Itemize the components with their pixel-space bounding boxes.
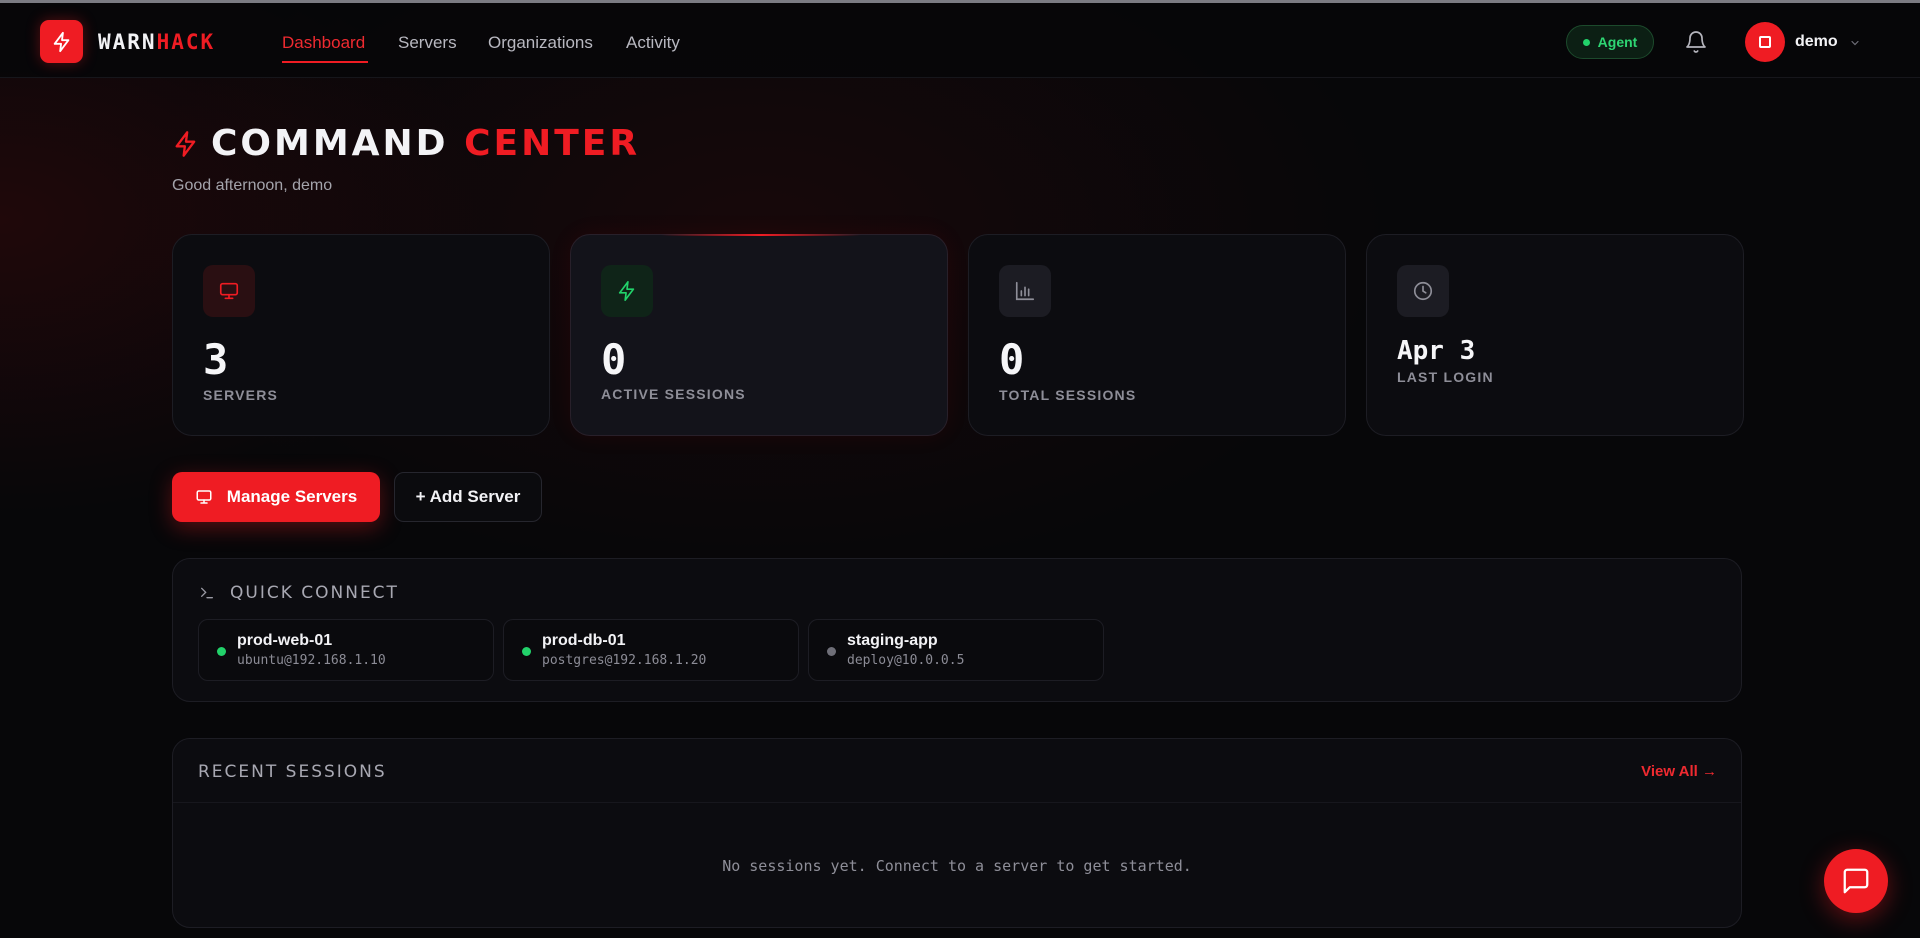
lightning-icon xyxy=(618,281,635,301)
brand-part-2: HACK xyxy=(156,30,216,54)
quick-connect-server[interactable]: staging-app deploy@10.0.0.5 xyxy=(808,619,1104,681)
avatar[interactable] xyxy=(1745,22,1785,62)
agent-status-badge[interactable]: Agent xyxy=(1566,25,1654,59)
brand-name: WARNHACK xyxy=(98,30,215,54)
stat-icon-box xyxy=(999,265,1051,317)
stat-card-servers: 3 SERVERS xyxy=(172,234,550,436)
monitor-icon xyxy=(219,282,239,300)
stat-label: SERVERS xyxy=(203,387,279,403)
bar-chart-icon xyxy=(1015,281,1035,301)
recent-sessions-title: RECENT SESSIONS xyxy=(198,762,387,782)
server-name: staging-app xyxy=(847,632,938,649)
agent-status-dot xyxy=(1582,38,1590,46)
quick-connect-panel: QUICK CONNECT prod-web-01 ubuntu@192.168… xyxy=(172,558,1742,702)
divider xyxy=(173,802,1741,803)
nav-active-indicator xyxy=(282,61,368,63)
quick-connect-title: QUICK CONNECT xyxy=(230,583,399,603)
add-server-button[interactable]: + Add Server xyxy=(394,472,542,522)
chevron-down-icon[interactable] xyxy=(1849,37,1861,49)
nav-activity[interactable]: Activity xyxy=(626,32,680,54)
brand-part-1: WARN xyxy=(98,30,157,54)
server-address: deploy@10.0.0.5 xyxy=(847,653,965,668)
server-name: prod-web-01 xyxy=(237,632,333,649)
stat-card-last-login: Apr 3 LAST LOGIN xyxy=(1366,234,1744,436)
clock-icon xyxy=(1413,281,1433,301)
chat-bubble-icon xyxy=(1843,868,1869,894)
server-address: ubuntu@192.168.1.10 xyxy=(237,653,386,668)
stat-card-total-sessions: 0 TOTAL SESSIONS xyxy=(968,234,1346,436)
manage-servers-label: Manage Servers xyxy=(226,487,358,506)
manage-servers-button[interactable]: Manage Servers xyxy=(172,472,380,522)
logo[interactable] xyxy=(40,20,83,63)
stat-value: 3 xyxy=(203,335,229,384)
quick-connect-server[interactable]: prod-web-01 ubuntu@192.168.1.10 xyxy=(198,619,494,681)
stat-icon-box xyxy=(601,265,653,317)
bell-icon[interactable] xyxy=(1684,30,1708,54)
stat-value: 0 xyxy=(999,335,1025,384)
agent-label: Agent xyxy=(1597,34,1638,50)
quick-connect-server[interactable]: prod-db-01 postgres@192.168.1.20 xyxy=(503,619,799,681)
nav-dashboard[interactable]: Dashboard xyxy=(282,32,365,54)
monitor-icon xyxy=(196,490,212,504)
nav-servers[interactable]: Servers xyxy=(398,32,457,54)
server-status-dot xyxy=(217,647,226,656)
stat-label: TOTAL SESSIONS xyxy=(999,387,1137,403)
stat-label: ACTIVE SESSIONS xyxy=(601,386,746,402)
page-title-part-1: COMMAND xyxy=(211,123,449,164)
empty-state-message: No sessions yet. Connect to a server to … xyxy=(722,857,1192,875)
lightning-icon xyxy=(53,31,69,52)
server-status-dot xyxy=(827,647,836,656)
server-name: prod-db-01 xyxy=(542,632,626,649)
stat-icon-box xyxy=(1397,265,1449,317)
recent-sessions-panel: RECENT SESSIONS View All → No sessions y… xyxy=(172,738,1742,928)
user-name[interactable]: demo xyxy=(1795,33,1838,51)
stat-value: 0 xyxy=(601,335,627,384)
stat-card-active-sessions: 0 ACTIVE SESSIONS xyxy=(570,234,948,436)
server-status-dot xyxy=(522,647,531,656)
page-title: COMMAND CENTER xyxy=(211,122,640,166)
avatar-square-icon xyxy=(1759,36,1771,48)
nav-organizations[interactable]: Organizations xyxy=(488,32,593,54)
lightning-icon xyxy=(175,131,196,157)
greeting-text: Good afternoon, demo xyxy=(172,177,333,194)
top-navbar: WARNHACK Dashboard Servers Organizations… xyxy=(0,3,1920,78)
terminal-icon xyxy=(201,587,213,599)
page-title-part-2: CENTER xyxy=(464,123,641,164)
stat-icon-box xyxy=(203,265,255,317)
chat-button[interactable] xyxy=(1824,849,1888,913)
stat-label: LAST LOGIN xyxy=(1397,369,1494,385)
server-address: postgres@192.168.1.20 xyxy=(542,653,707,668)
view-all-link[interactable]: View All → xyxy=(1641,763,1717,780)
stat-value: Apr 3 xyxy=(1397,336,1476,366)
